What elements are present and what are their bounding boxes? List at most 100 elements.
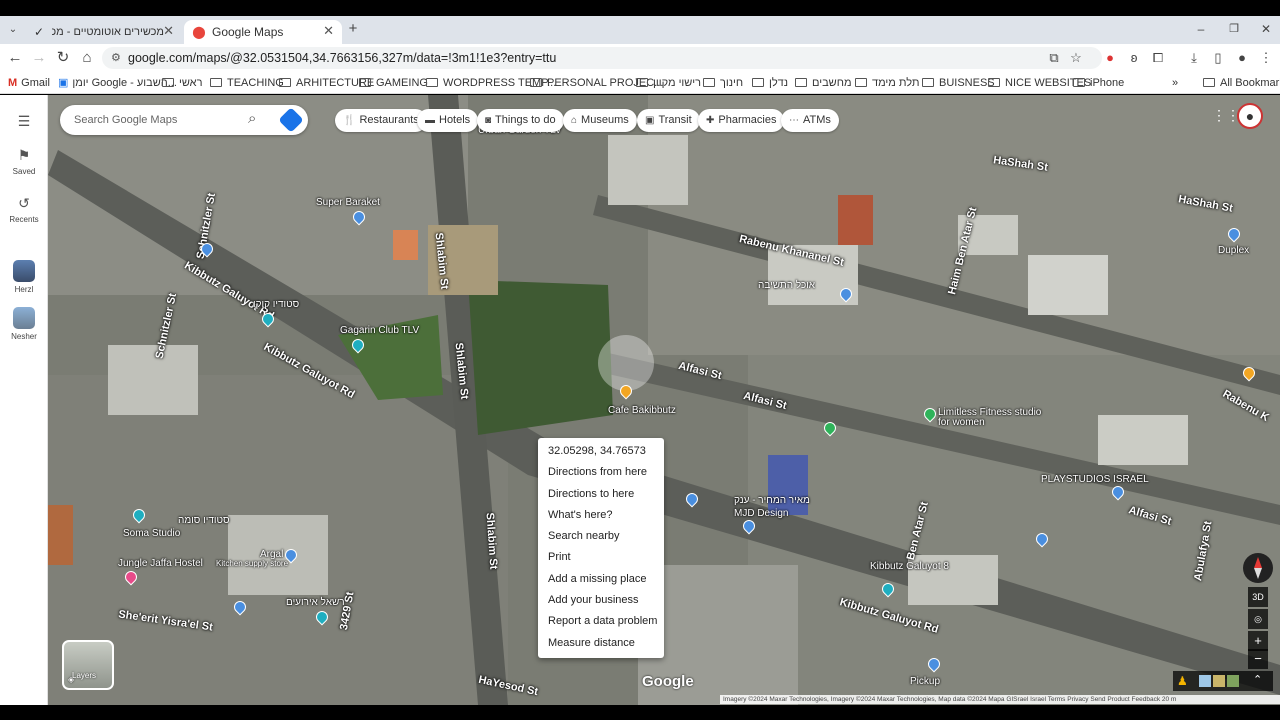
poi-label[interactable]: Cafe Bakibbutz: [608, 405, 676, 416]
maps-pin-icon: ⬤: [192, 25, 206, 39]
bookmark-folder[interactable]: ראשי: [162, 76, 202, 90]
directions-icon[interactable]: [278, 107, 304, 133]
profile-icon[interactable]: ●: [1234, 50, 1250, 66]
more-bookmarks-icon[interactable]: »: [1172, 76, 1178, 90]
menu-icon[interactable]: ⋮: [1258, 50, 1274, 66]
chip-museums[interactable]: ⌂ Museums: [563, 109, 637, 132]
maximize-icon[interactable]: ❐: [1225, 21, 1243, 37]
compass-button[interactable]: [1243, 553, 1273, 583]
bookmark-folder[interactable]: GAMEING: [359, 76, 428, 90]
recent-place-herzl[interactable]: Herzl: [0, 260, 48, 294]
poi-label[interactable]: Jungle Jaffa Hostel: [118, 558, 203, 569]
back-icon[interactable]: ←: [6, 50, 24, 66]
context-whats-here[interactable]: What's here?: [538, 505, 664, 526]
my-location-button[interactable]: ◎: [1248, 609, 1268, 629]
chip-hotels[interactable]: ▬ Hotels: [417, 109, 479, 132]
extensions-puzzle-icon[interactable]: ⧠: [1150, 50, 1166, 66]
bookmark-folder[interactable]: iPhone: [1073, 76, 1124, 90]
chip-pharmacies[interactable]: ✚ Pharmacies: [698, 109, 785, 132]
pegman-icon[interactable]: ♟: [1177, 674, 1188, 688]
account-avatar[interactable]: ●: [1237, 103, 1263, 129]
menu-button[interactable]: ☰: [0, 113, 48, 133]
bookmark-all-folder[interactable]: All Bookmarks: [1203, 76, 1280, 90]
context-add-business[interactable]: Add your business: [538, 590, 664, 611]
site-info-icon[interactable]: ⚙: [111, 47, 121, 69]
chip-restaurants[interactable]: 🍴 Restaurants: [335, 109, 427, 132]
imagery-thumb[interactable]: [1227, 675, 1239, 687]
reload-icon[interactable]: ↻: [54, 50, 72, 66]
poi-label[interactable]: Soma Studio: [123, 528, 180, 539]
window-close-icon[interactable]: ✕: [1257, 21, 1275, 37]
poi-label[interactable]: Kibbutz Galuyot 8: [870, 561, 949, 572]
bookmark-folder[interactable]: רישוי מקוון: [636, 76, 701, 90]
poi-label[interactable]: PLAYSTUDIOS ISRAEL: [1041, 474, 1149, 485]
extension-icon[interactable]: ●: [1102, 50, 1118, 66]
chip-things-to-do[interactable]: ◙ Things to do: [477, 109, 564, 132]
home-icon[interactable]: ⌂: [78, 50, 96, 66]
address-bar[interactable]: ⚙ google.com/maps/@32.0531504,34.7663156…: [102, 47, 1102, 69]
imagery-thumb[interactable]: [1213, 675, 1225, 687]
expand-icon[interactable]: ⌃: [1253, 673, 1262, 686]
side-panel-icon[interactable]: ▯: [1210, 50, 1226, 66]
poi-label[interactable]: Pickup: [910, 676, 940, 687]
tab-google-maps[interactable]: ⬤ Google Maps ✕: [184, 20, 342, 44]
search-icon[interactable]: ⌕: [248, 110, 256, 127]
hotel-icon: ▬: [425, 115, 435, 126]
new-tab-icon[interactable]: +: [344, 21, 362, 37]
zoom-out-button[interactable]: −: [1248, 649, 1268, 669]
bookmark-folder[interactable]: תלת מימד: [855, 76, 920, 90]
bookmark-folder[interactable]: BUISNESS: [922, 76, 995, 90]
tab-search-icon[interactable]: ⌄: [4, 22, 22, 38]
context-search-nearby[interactable]: Search nearby: [538, 526, 664, 547]
poi-label[interactable]: מאיר המחיר - ענק: [734, 495, 810, 506]
close-icon[interactable]: ✕: [323, 23, 334, 39]
saved-button[interactable]: ⚑ Saved: [0, 147, 48, 176]
search-input[interactable]: [74, 112, 244, 128]
context-coordinates[interactable]: 32.05298, 34.76573: [538, 441, 664, 462]
imagery-thumb[interactable]: [1199, 675, 1211, 687]
poi-label[interactable]: סטודיו סומה: [178, 515, 230, 526]
poi-label[interactable]: אוכל התשיבה: [758, 280, 815, 291]
context-report-problem[interactable]: Report a data problem: [538, 611, 664, 632]
forward-icon[interactable]: →: [30, 50, 48, 66]
poi-label[interactable]: MJD Design: [734, 508, 788, 519]
poi-label[interactable]: Super Baraket: [316, 197, 380, 208]
bookmark-star-icon[interactable]: ☆: [1068, 50, 1084, 66]
tab-automation[interactable]: ✓ מכשירים אוטומטיים - מכשירים ✕: [24, 20, 182, 44]
zoom-in-button[interactable]: +: [1248, 631, 1268, 651]
bookmark-gmail[interactable]: M Gmail: [8, 76, 50, 90]
poi-label[interactable]: רשאל אירועים: [286, 597, 345, 608]
poi-label[interactable]: סטודיו קוקו: [253, 299, 299, 310]
bookmark-folder[interactable]: TEACHING: [210, 76, 284, 90]
context-add-missing-place[interactable]: Add a missing place: [538, 569, 664, 590]
context-directions-to[interactable]: Directions to here: [538, 484, 664, 505]
bookmark-calendar[interactable]: ▣ יומן Google - השבוע...: [58, 76, 177, 90]
chip-transit[interactable]: ▣ Transit: [637, 109, 700, 132]
extension-icon[interactable]: ʚ: [1126, 50, 1142, 66]
context-directions-from[interactable]: Directions from here: [538, 462, 664, 483]
apps-grid-icon[interactable]: ⋮⋮: [1212, 107, 1240, 124]
download-icon[interactable]: ⤓: [1186, 50, 1202, 66]
bookmark-folder[interactable]: מחשבים: [795, 76, 852, 90]
install-app-icon[interactable]: ⧉: [1046, 50, 1062, 66]
poi-label[interactable]: Gagarin Club TLV: [340, 325, 419, 336]
recents-button[interactable]: ↺ Recents: [0, 195, 48, 224]
close-icon[interactable]: ✕: [163, 23, 174, 39]
recent-place-nesher[interactable]: Nesher: [0, 307, 48, 341]
poi-label[interactable]: Duplex: [1218, 245, 1249, 256]
folder-icon: [279, 78, 291, 87]
tilt-3d-button[interactable]: 3D: [1248, 587, 1268, 607]
layers-button[interactable]: ◈ Layers: [62, 640, 114, 690]
bookmark-folder[interactable]: נדלן: [752, 76, 788, 90]
bookmark-folder[interactable]: חינוך: [703, 76, 743, 90]
chip-atms[interactable]: ⋯ ATMs: [781, 109, 839, 132]
search-box: ⌕: [60, 105, 308, 135]
satellite-map[interactable]: Kibbutz Galuyot Rd Kibbutz Galuyot Rd Ki…: [48, 95, 1280, 705]
poi-label[interactable]: Kitchen supply store: [216, 559, 288, 568]
minimize-icon[interactable]: –: [1192, 21, 1210, 37]
context-measure-distance[interactable]: Measure distance: [538, 633, 664, 654]
poi-label[interactable]: Limitless Fitness studio for women: [938, 408, 1048, 428]
transit-icon: ▣: [645, 115, 655, 126]
context-print[interactable]: Print: [538, 547, 664, 568]
left-rail: ☰ ⚑ Saved ↺ Recents Herzl Nesher: [0, 95, 48, 705]
